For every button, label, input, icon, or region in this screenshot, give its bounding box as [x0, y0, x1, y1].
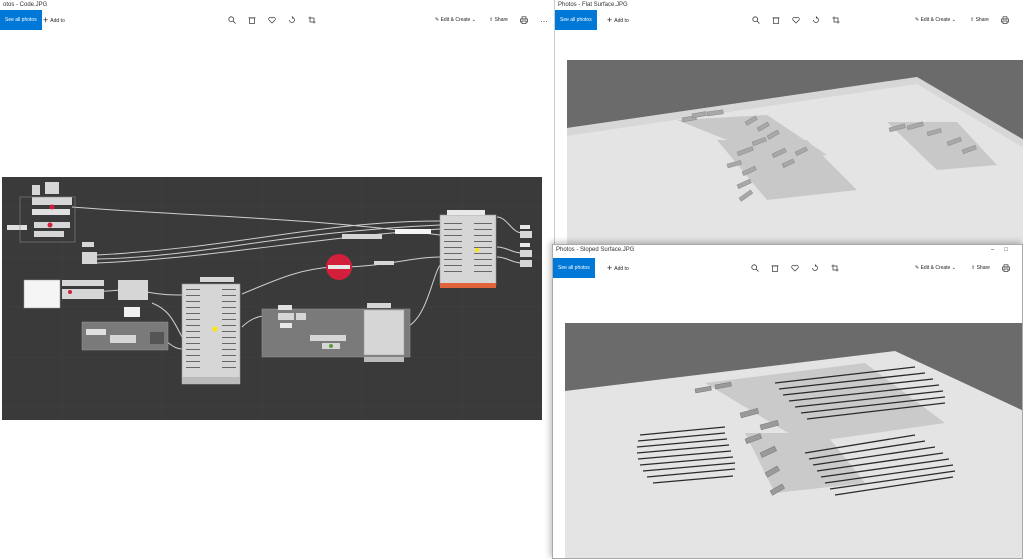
delete-icon[interactable]	[772, 16, 780, 24]
chevron-down-icon: ⌄	[950, 17, 956, 23]
zoom-icon[interactable]	[228, 16, 236, 24]
window-title: otos - Code.JPG	[0, 0, 552, 10]
delete-icon[interactable]	[771, 264, 779, 272]
crop-icon[interactable]	[831, 264, 839, 272]
edit-create-label: Edit & Create	[920, 17, 951, 23]
chevron-down-icon: ⌄	[470, 17, 476, 23]
share-button[interactable]: ⇪ Share	[489, 10, 508, 30]
edit-create-label: Edit & Create	[920, 265, 951, 271]
add-to-label: Add to	[614, 18, 629, 24]
delete-icon[interactable]	[248, 16, 256, 24]
share-label: Share	[975, 17, 989, 23]
zoom-icon[interactable]	[752, 16, 760, 24]
see-all-photos-button[interactable]: See all photos	[553, 258, 595, 278]
print-icon[interactable]	[1002, 264, 1010, 272]
add-to-button[interactable]: + Add to	[607, 258, 629, 279]
window-title: Photos - Flat Surface.JPG	[555, 0, 1023, 10]
window-title: Photos - Sloped Surface.JPG –□	[553, 245, 1022, 255]
rotate-icon[interactable]	[811, 264, 819, 272]
rotate-icon[interactable]	[812, 16, 820, 24]
add-to-label: Add to	[614, 266, 629, 272]
rotate-icon[interactable]	[288, 16, 296, 24]
add-to-button[interactable]: + Add to	[607, 10, 629, 31]
crop-icon[interactable]	[832, 16, 840, 24]
share-label: Share	[494, 17, 508, 23]
plus-icon: +	[607, 15, 613, 25]
print-icon[interactable]	[1001, 16, 1009, 24]
photos-window-flat-surface: Photos - Flat Surface.JPG See all photos…	[554, 0, 1023, 244]
photos-toolbar: See all photos + Add to ✎ Edit & Create ⌄…	[555, 10, 1023, 30]
plus-icon: +	[43, 15, 49, 25]
heart-icon[interactable]	[791, 264, 799, 272]
edit-create-button[interactable]: ✎ Edit & Create ⌄	[915, 258, 956, 278]
add-to-label: Add to	[50, 18, 65, 24]
heart-icon[interactable]	[792, 16, 800, 24]
edit-create-button[interactable]: ✎ Edit & Create ⌄	[915, 10, 956, 30]
crop-icon[interactable]	[308, 16, 316, 24]
flat-surface-render	[567, 60, 1023, 244]
sloped-surface-render-image	[565, 323, 1022, 558]
grasshopper-graph	[2, 177, 542, 420]
window-controls[interactable]: –□	[991, 245, 1018, 255]
photos-toolbar: See all photos + Add to ✎ Edit & Create ⌄…	[0, 10, 552, 30]
edit-create-label: Edit & Create	[440, 17, 471, 23]
window-title-text: Photos - Sloped Surface.JPG	[556, 247, 635, 253]
see-all-photos-button[interactable]: See all photos	[0, 10, 42, 30]
sloped-surface-render	[565, 323, 1022, 558]
photos-window-code: otos - Code.JPG See all photos + Add to ✎…	[0, 0, 552, 559]
zoom-icon[interactable]	[751, 264, 759, 272]
see-all-photos-button[interactable]: See all photos	[555, 10, 597, 30]
grasshopper-canvas-image	[2, 177, 542, 420]
plus-icon: +	[607, 263, 613, 273]
share-button[interactable]: ⇪ Share	[970, 10, 989, 30]
heart-icon[interactable]	[268, 16, 276, 24]
photos-window-sloped-surface: Photos - Sloped Surface.JPG –□ See all p…	[552, 244, 1023, 559]
add-to-button[interactable]: + Add to	[43, 10, 65, 31]
flat-surface-render-image	[567, 60, 1023, 244]
share-label: Share	[976, 265, 990, 271]
more-icon[interactable]: …	[540, 16, 548, 24]
chevron-down-icon: ⌄	[950, 265, 956, 271]
edit-create-button[interactable]: ✎ Edit & Create ⌄	[435, 10, 476, 30]
share-button[interactable]: ⇪ Share	[971, 258, 990, 278]
photos-toolbar: See all photos + Add to ✎ Edit & Create ⌄…	[553, 258, 1022, 278]
print-icon[interactable]	[520, 16, 528, 24]
